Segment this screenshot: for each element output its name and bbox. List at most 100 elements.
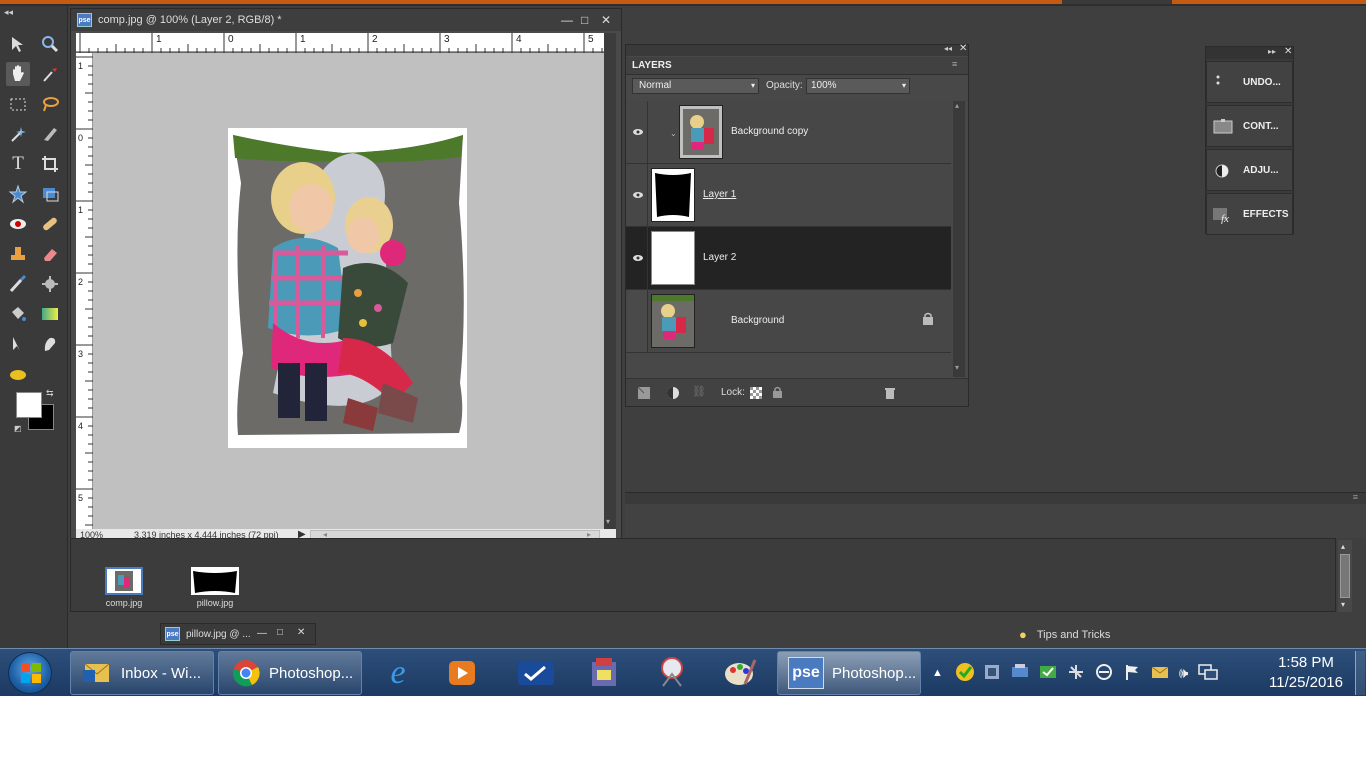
panel-expand-icon[interactable]: ▸▸ xyxy=(1268,47,1276,56)
visibility-toggle-empty[interactable] xyxy=(628,290,648,352)
eraser-tool-icon[interactable] xyxy=(38,242,62,266)
panel-close-icon[interactable]: ✕ xyxy=(1284,46,1292,57)
internet-explorer-icon[interactable]: e xyxy=(374,653,422,693)
brush-tool-icon[interactable] xyxy=(6,272,30,296)
action-center-flag-icon[interactable] xyxy=(1123,663,1141,684)
minimize-icon[interactable]: — xyxy=(257,628,267,639)
default-colors-icon[interactable]: ◩ xyxy=(14,424,22,433)
visibility-eye-icon[interactable] xyxy=(628,101,648,163)
maximize-icon[interactable]: □ xyxy=(581,13,588,27)
scroll-down-icon[interactable]: ▾ xyxy=(606,517,610,526)
show-desktop-button[interactable] xyxy=(1355,651,1365,695)
network-icon[interactable] xyxy=(1198,663,1219,684)
norton-icon[interactable] xyxy=(955,662,975,685)
minimized-document-pillow[interactable]: pse pillow.jpg @ ... — □ ✕ xyxy=(160,623,316,645)
system-clock[interactable]: 1:58 PM 11/25/2016 xyxy=(1258,653,1354,693)
layer-row-layer-1[interactable]: Layer 1 xyxy=(626,164,951,227)
start-button[interactable] xyxy=(8,652,52,694)
tray-device-icon[interactable] xyxy=(1011,663,1029,684)
layer-row-layer-2[interactable]: Layer 2 xyxy=(626,227,951,290)
content-panel-button[interactable]: CONT... xyxy=(1206,105,1293,147)
effects-panel-button[interactable]: fx EFFECTS xyxy=(1206,193,1293,235)
layers-scrollbar[interactable]: ▴ ▾ xyxy=(953,101,965,377)
media-player-icon[interactable] xyxy=(438,653,486,693)
marquee-tool-icon[interactable] xyxy=(6,92,30,116)
tray-app-icon[interactable] xyxy=(983,663,1001,684)
opacity-select[interactable]: 100% ▾ xyxy=(806,78,910,94)
quick-selection-tool-icon[interactable] xyxy=(38,122,62,146)
layer-row-background-copy[interactable]: ⌄ Background copy xyxy=(626,101,951,164)
paint-bucket-tool-icon[interactable] xyxy=(6,302,30,326)
tray-network-tool-icon[interactable] xyxy=(1067,663,1085,684)
scroll-up-icon[interactable]: ▴ xyxy=(955,101,959,110)
eyedropper-tool-icon[interactable] xyxy=(38,62,62,86)
scroll-down-icon[interactable]: ▾ xyxy=(1341,600,1345,609)
bin-file-comp[interactable]: comp.jpg xyxy=(103,567,145,608)
tray-utility-icon[interactable] xyxy=(1095,663,1113,684)
tray-mail-icon[interactable] xyxy=(1151,663,1169,684)
new-layer-icon[interactable] xyxy=(637,386,650,402)
panel-bin-header[interactable]: ▸▸ ✕ xyxy=(1206,46,1293,59)
volume-icon[interactable]: 🕪 xyxy=(1179,665,1188,682)
adjustments-panel-button[interactable]: ADJU... xyxy=(1206,149,1293,191)
undo-history-panel-button[interactable]: UNDO... xyxy=(1206,61,1293,103)
hand-tool-icon[interactable] xyxy=(6,62,30,86)
close-icon[interactable]: ✕ xyxy=(297,627,305,638)
crop-tool-icon[interactable] xyxy=(38,152,62,176)
shape-tool-icon[interactable] xyxy=(6,182,30,206)
toolbox-collapse-icon[interactable]: ◂◂ xyxy=(4,7,13,18)
bin-scrollbar[interactable]: ▴ ▾ xyxy=(1338,540,1352,612)
tray-sync-icon[interactable] xyxy=(1039,663,1057,684)
lock-transparency-icon[interactable] xyxy=(750,387,762,399)
move-tool-icon[interactable] xyxy=(6,32,30,56)
document-title-bar[interactable]: pse comp.jpg @ 100% (Layer 2, RGB/8) * xyxy=(71,9,621,31)
scroll-up-icon[interactable]: ▴ xyxy=(1341,542,1345,551)
magic-wand-tool-icon[interactable] xyxy=(6,122,30,146)
layers-panel-header[interactable]: ◂◂ ✕ xyxy=(626,43,968,56)
recompose-tool-icon[interactable] xyxy=(38,182,62,206)
smudge-tool-icon[interactable] xyxy=(38,332,62,356)
taskbar-photoshop-elements[interactable]: pse Photoshop... xyxy=(777,651,921,695)
link-layers-icon[interactable]: ⛓ xyxy=(692,385,706,398)
scroll-down-icon[interactable]: ▾ xyxy=(955,363,959,372)
blend-mode-select[interactable]: Normal ▾ xyxy=(632,78,759,94)
gradient-tool-icon[interactable] xyxy=(38,302,62,326)
taskbar-outlook[interactable]: Inbox - Wi... xyxy=(70,651,214,695)
canvas-vertical-scrollbar[interactable]: ▾ xyxy=(604,33,616,529)
visibility-eye-icon[interactable] xyxy=(628,164,648,226)
swap-colors-icon[interactable]: ⇆ xyxy=(46,388,54,399)
visibility-eye-icon[interactable] xyxy=(628,227,648,289)
adjustment-layer-icon[interactable] xyxy=(666,386,680,403)
taskbar-chrome[interactable]: Photoshop... xyxy=(218,651,362,695)
game-icon[interactable] xyxy=(580,653,628,693)
tips-and-tricks[interactable]: ● Tips and Tricks xyxy=(1019,627,1110,642)
minimize-icon[interactable]: — xyxy=(561,13,573,27)
scroll-thumb[interactable] xyxy=(1340,554,1350,598)
lock-all-icon[interactable] xyxy=(772,386,783,401)
color-swatches[interactable]: ⇆ ◩ xyxy=(14,388,56,433)
bin-file-pillow[interactable]: pillow.jpg xyxy=(187,567,243,608)
clone-stamp-tool-icon[interactable] xyxy=(6,242,30,266)
type-tool-icon[interactable]: T xyxy=(6,152,30,176)
zoom-tool-icon[interactable] xyxy=(38,32,62,56)
sponge-tool-icon[interactable] xyxy=(6,362,30,386)
healing-brush-tool-icon[interactable] xyxy=(38,212,62,236)
layers-tab[interactable]: LAYERS ≡ xyxy=(626,57,968,75)
show-hidden-icons-icon[interactable]: ▲ xyxy=(932,667,943,679)
layer-row-background[interactable]: Background xyxy=(626,290,951,353)
restore-icon[interactable]: □ xyxy=(277,627,283,638)
lasso-tool-icon[interactable] xyxy=(38,92,62,116)
panel-menu-icon[interactable]: ≡ xyxy=(952,59,957,69)
dock-menu-icon[interactable]: ≡ xyxy=(1353,492,1358,502)
zoom-icon[interactable] xyxy=(512,653,560,693)
foreground-color-swatch[interactable] xyxy=(16,392,42,418)
smart-brush-tool-icon[interactable] xyxy=(38,272,62,296)
paint-icon[interactable] xyxy=(716,653,764,693)
red-eye-tool-icon[interactable] xyxy=(6,212,30,236)
image-canvas[interactable] xyxy=(93,53,604,529)
panel-close-icon[interactable]: ✕ xyxy=(959,43,967,54)
snipping-tool-icon[interactable] xyxy=(648,653,696,693)
panel-collapse-icon[interactable]: ◂◂ xyxy=(944,44,952,53)
close-icon[interactable]: ✕ xyxy=(601,13,611,27)
custom-shape-select-icon[interactable] xyxy=(6,332,30,356)
